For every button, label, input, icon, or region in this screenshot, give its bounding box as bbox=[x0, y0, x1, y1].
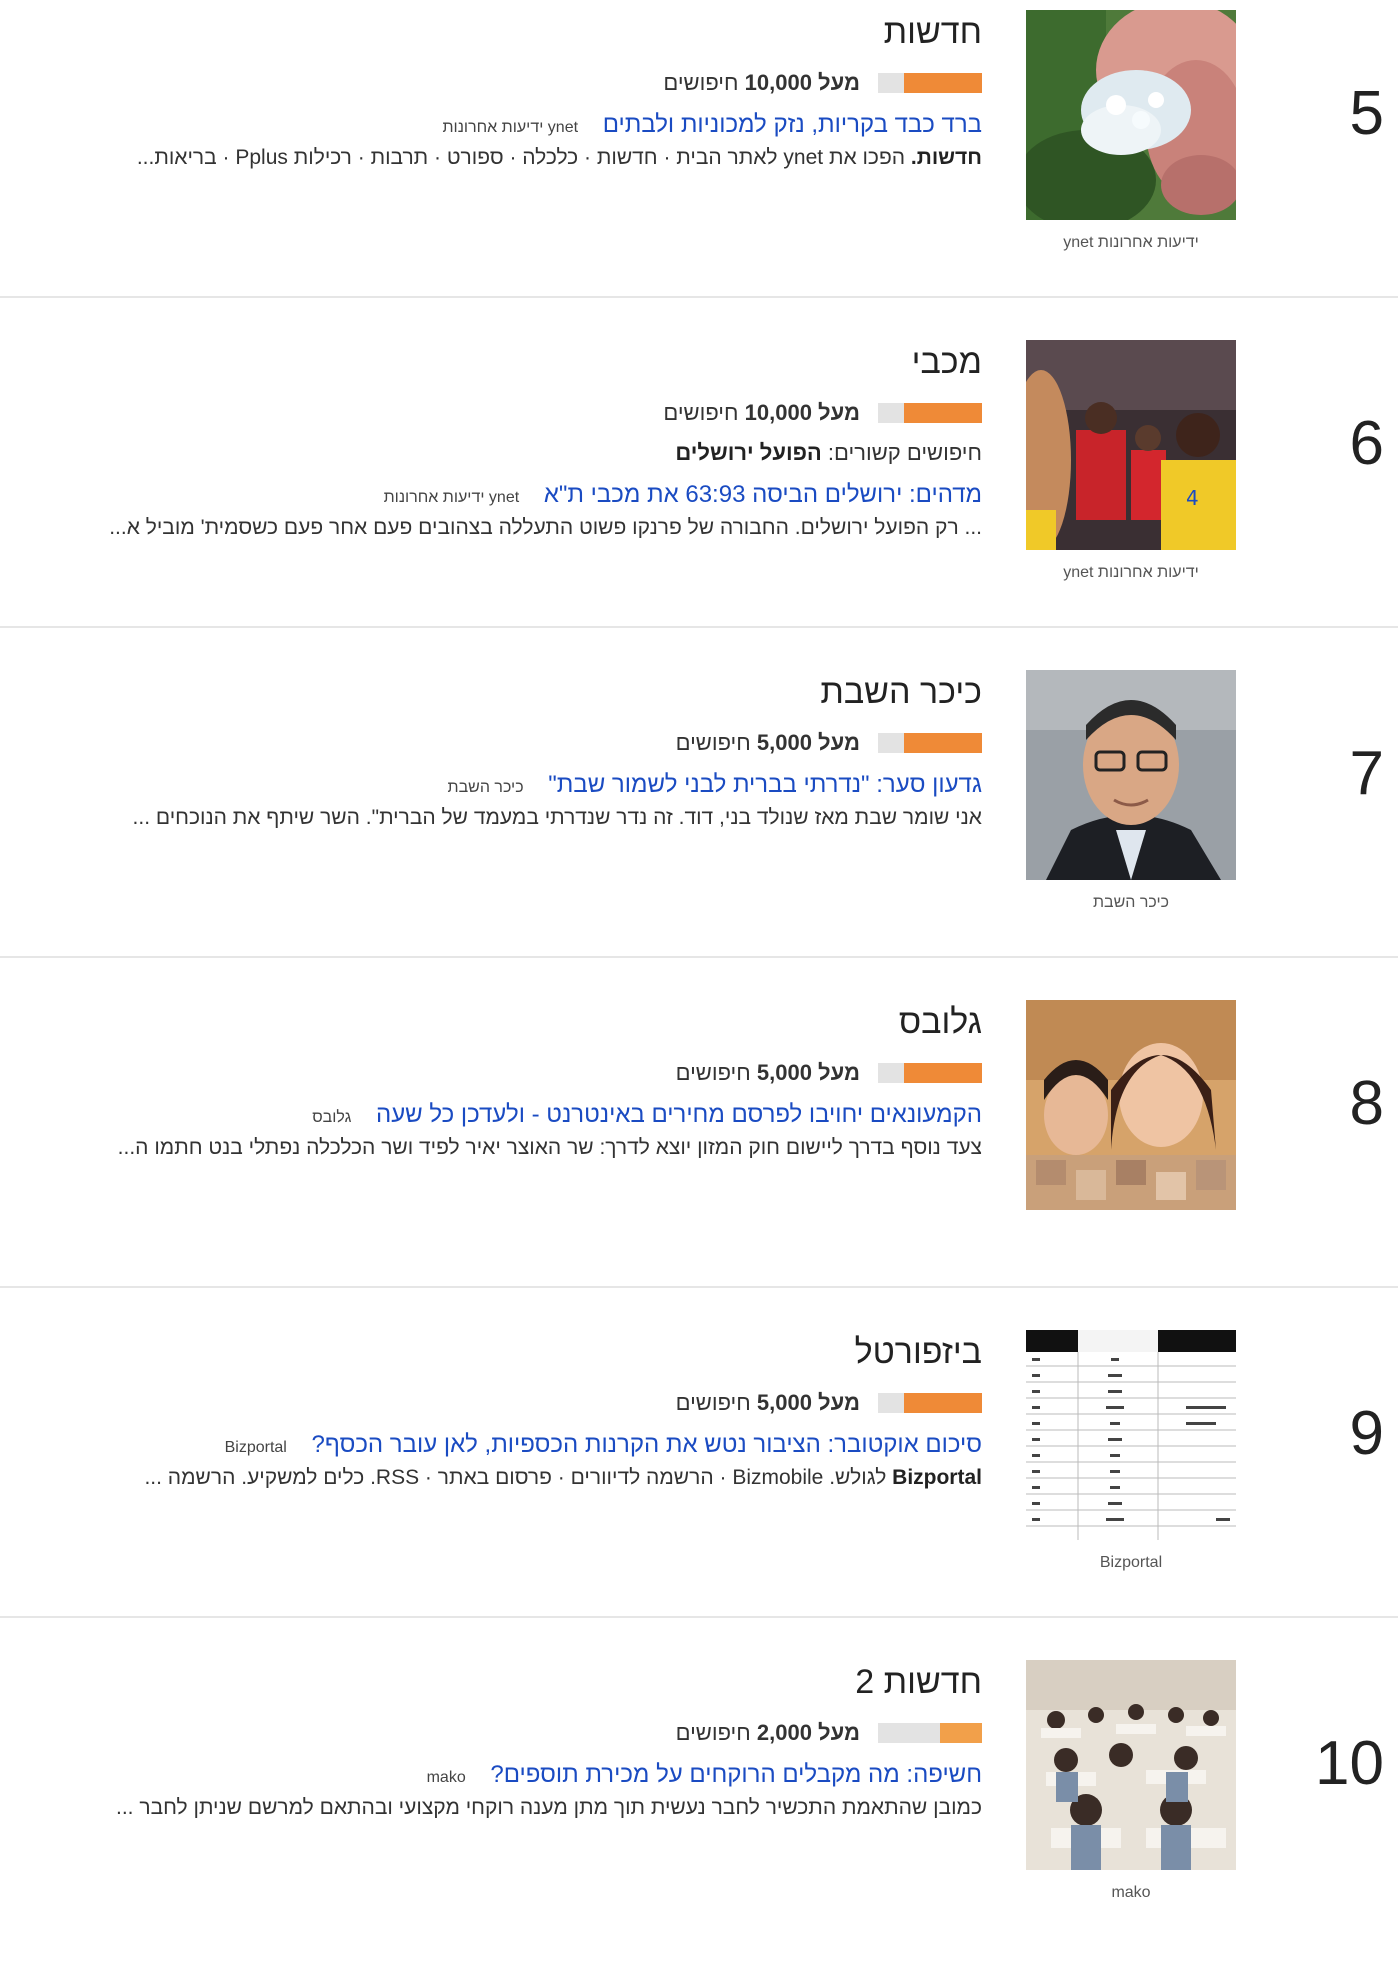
thumbnail-image[interactable]: 4 bbox=[1026, 340, 1236, 550]
news-item: חשיפה: מה מקבלים הרוקחים על מכירת תוספים… bbox=[22, 1760, 982, 1793]
trend-title[interactable]: ביזפורטל bbox=[22, 1332, 982, 1372]
volume-bar-fill bbox=[904, 403, 982, 423]
news-source: ynet ידיעות אחרונות bbox=[442, 119, 579, 136]
thumbnail-image[interactable] bbox=[1026, 10, 1236, 220]
thumbnail-image[interactable] bbox=[1026, 1330, 1236, 1540]
rank-number: 7 bbox=[1349, 739, 1384, 808]
trend-title[interactable]: חדשות bbox=[22, 12, 982, 52]
news-snippet: Bizportal לגולש. Bizmobile · הרשמה לדיוו… bbox=[144, 1466, 982, 1489]
volume-bar-fill bbox=[904, 733, 982, 753]
search-count: מעל 10,000 חיפושים bbox=[663, 400, 860, 425]
rank-number: 5 bbox=[1349, 79, 1384, 148]
trend-row-8: 8 גלובס מעל 5,000 חיפושים הקמעונאים יחוי… bbox=[0, 990, 1400, 1322]
news-link[interactable]: מדהים: ירושלים הביסה 63:93 את מכבי ת"א bbox=[544, 481, 982, 508]
row-divider bbox=[0, 956, 1398, 958]
rank-number: 10 bbox=[1315, 1729, 1384, 1798]
search-volume: מעל 10,000 חיפושים bbox=[22, 70, 982, 96]
women-photo bbox=[1026, 1000, 1236, 1210]
row-divider bbox=[0, 296, 1398, 298]
news-source: כיכר השבת bbox=[447, 779, 524, 796]
related-searches: חיפושים קשורים: הפועל ירושלים bbox=[22, 440, 982, 466]
thumbnail-source: ynet ידיעות אחרונות bbox=[1063, 564, 1199, 581]
news-item: סיכום אוקטובר: הציבור נטש את הקרנות הכספ… bbox=[22, 1430, 982, 1463]
trend-content: חדשות 2 מעל 2,000 חיפושים חשיפה: מה מקבל… bbox=[22, 1662, 982, 1823]
trend-row-10: 10 mako חדשות 2 מעל 2,000 חיפושים חשיפה:… bbox=[0, 1650, 1400, 1982]
thumbnail-image[interactable] bbox=[1026, 1660, 1236, 1870]
trend-content: גלובס מעל 5,000 חיפושים הקמעונאים יחויבו… bbox=[22, 1002, 982, 1163]
rank-number: 6 bbox=[1349, 409, 1384, 478]
row-divider bbox=[0, 1616, 1398, 1618]
trend-row-9: 9 Bizportal ביזפורטל מעל 5,000 חיפושים ס… bbox=[0, 1320, 1400, 1652]
search-volume: מעל 5,000 חיפושים bbox=[22, 1390, 982, 1416]
news-snippet: כמובן שהתאמת התכשיר לחבר נעשית תוך מתן מ… bbox=[116, 1796, 982, 1819]
trend-row-5: 5 ynet ידיעות אחרונות חדשות מעל 10,000 ח… bbox=[0, 0, 1400, 332]
trend-row-6: 6 4 ynet ידיעות אחרונות מכבי מעל 10,000 … bbox=[0, 330, 1400, 662]
row-divider bbox=[0, 626, 1398, 628]
search-volume: מעל 5,000 חיפושים bbox=[22, 1060, 982, 1086]
news-source: ynet ידיעות אחרונות bbox=[383, 489, 520, 506]
news-item: מדהים: ירושלים הביסה 63:93 את מכבי ת"א y… bbox=[22, 480, 982, 513]
volume-bar bbox=[878, 733, 982, 753]
related-query[interactable]: הפועל ירושלים bbox=[675, 440, 821, 465]
trend-content: מכבי מעל 10,000 חיפושים חיפושים קשורים: … bbox=[22, 342, 982, 543]
search-count: מעל 2,000 חיפושים bbox=[675, 1720, 860, 1745]
news-snippet: ... רק הפועל ירושלים. החבורה של פרנקו פש… bbox=[109, 516, 982, 539]
news-link[interactable]: ברד כבד בקריות, נזק למכוניות ולבתים bbox=[603, 111, 982, 138]
trend-content: ביזפורטל מעל 5,000 חיפושים סיכום אוקטובר… bbox=[22, 1332, 982, 1493]
thumbnail-source: כיכר השבת bbox=[1092, 894, 1170, 911]
news-snippet: צעד נוסף בדרך ליישום חוק המזון יוצא לדרך… bbox=[117, 1136, 982, 1159]
volume-bar bbox=[878, 73, 982, 93]
volume-bar bbox=[878, 1063, 982, 1083]
trend-content: חדשות מעל 10,000 חיפושים ברד כבד בקריות,… bbox=[22, 12, 982, 173]
news-link[interactable]: הקמעונאים יחויבו לפרסם מחירים באינטרנט -… bbox=[376, 1101, 982, 1128]
politician-photo bbox=[1026, 670, 1236, 880]
news-snippet: חדשות. הפכו את ynet לאתר הבית · חדשות · … bbox=[136, 146, 982, 169]
volume-bar bbox=[878, 1393, 982, 1413]
volume-bar-fill bbox=[904, 1063, 982, 1083]
thumbnail-source: ynet ידיעות אחרונות bbox=[1063, 234, 1199, 251]
svg-text:4: 4 bbox=[1186, 486, 1199, 510]
news-source: mako bbox=[426, 1769, 466, 1786]
row-divider bbox=[0, 1286, 1398, 1288]
thumbnail-source: Bizportal bbox=[1099, 1554, 1163, 1571]
thumbnail-image[interactable] bbox=[1026, 1000, 1236, 1210]
news-item: ברד כבד בקריות, נזק למכוניות ולבתים ynet… bbox=[22, 110, 982, 143]
search-volume: מעל 2,000 חיפושים bbox=[22, 1720, 982, 1746]
trend-title[interactable]: כיכר השבת bbox=[22, 672, 982, 712]
news-item: הקמעונאים יחויבו לפרסם מחירים באינטרנט -… bbox=[22, 1100, 982, 1133]
volume-bar-fill bbox=[940, 1723, 982, 1743]
trend-row-7: 7 כיכר השבת כיכר השבת מעל 5,000 חיפושים … bbox=[0, 660, 1400, 992]
search-count: מעל 5,000 חיפושים bbox=[675, 730, 860, 755]
volume-bar bbox=[878, 403, 982, 423]
hail-ice-photo bbox=[1026, 10, 1236, 220]
search-volume: מעל 5,000 חיפושים bbox=[22, 730, 982, 756]
trend-title[interactable]: גלובס bbox=[22, 1002, 982, 1042]
related-label: חיפושים קשורים: bbox=[827, 440, 982, 465]
search-count: מעל 5,000 חיפושים bbox=[675, 1060, 860, 1085]
basketball-photo: 4 bbox=[1026, 340, 1236, 550]
volume-bar-fill bbox=[904, 73, 982, 93]
news-link[interactable]: סיכום אוקטובר: הציבור נטש את הקרנות הכספ… bbox=[312, 1431, 982, 1458]
volume-bar-fill bbox=[904, 1393, 982, 1413]
table-photo bbox=[1026, 1330, 1236, 1540]
search-count: מעל 5,000 חיפושים bbox=[675, 1390, 860, 1415]
thumbnail-source: mako bbox=[1111, 1884, 1151, 1901]
trend-title[interactable]: חדשות 2 bbox=[22, 1662, 982, 1702]
news-item: גדעון סער: "נדרתי בברית לבני לשמור שבת" … bbox=[22, 770, 982, 803]
news-snippet: אני שומר שבת מאז שנולד בני, דוד. זה נדר … bbox=[132, 806, 982, 829]
news-link[interactable]: חשיפה: מה מקבלים הרוקחים על מכירת תוספים… bbox=[490, 1761, 982, 1788]
news-source: Bizportal bbox=[224, 1439, 287, 1456]
news-link[interactable]: גדעון סער: "נדרתי בברית לבני לשמור שבת" bbox=[548, 771, 982, 798]
trend-content: כיכר השבת מעל 5,000 חיפושים גדעון סער: "… bbox=[22, 672, 982, 833]
search-count: מעל 10,000 חיפושים bbox=[663, 70, 860, 95]
rank-number: 9 bbox=[1349, 1399, 1384, 1468]
volume-bar bbox=[878, 1723, 982, 1743]
trend-title[interactable]: מכבי bbox=[22, 342, 982, 382]
thumbnail-image[interactable] bbox=[1026, 670, 1236, 880]
rank-number: 8 bbox=[1349, 1069, 1384, 1138]
classroom-photo bbox=[1026, 1660, 1236, 1870]
news-source: גלובס bbox=[312, 1109, 352, 1126]
search-volume: מעל 10,000 חיפושים bbox=[22, 400, 982, 426]
